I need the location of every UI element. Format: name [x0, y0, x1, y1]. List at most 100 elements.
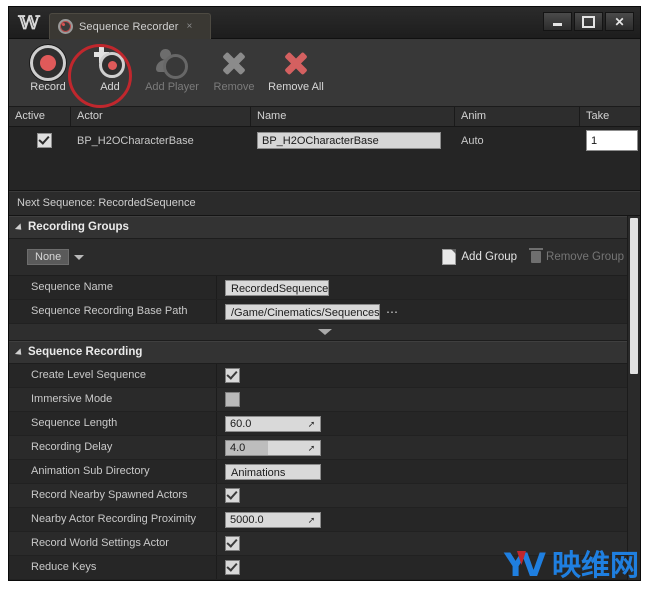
property-record-nearby-spawned-actors: Record Nearby Spawned Actors: [9, 484, 640, 508]
trash-icon: [531, 251, 541, 263]
property-sequence-length: Sequence Length 60.0 ➚: [9, 412, 640, 436]
close-icon: ✕: [614, 16, 624, 28]
property-label: Sequence Name: [9, 276, 217, 299]
remove-all-x-icon: [281, 46, 311, 80]
close-icon[interactable]: ×: [187, 21, 193, 32]
toolbar-label-add-player: Add Player: [145, 81, 199, 93]
close-button[interactable]: ✕: [605, 12, 634, 31]
column-header-name[interactable]: Name: [251, 107, 455, 126]
remove-group-button[interactable]: Remove Group: [531, 251, 624, 263]
cell-take: 1: [580, 127, 638, 154]
column-header-anim[interactable]: Anim: [455, 107, 580, 126]
create-level-sequence-checkbox[interactable]: [225, 368, 240, 383]
property-sequence-base-path: Sequence Recording Base Path /Game/Cinem…: [9, 300, 640, 324]
table-row[interactable]: BP_H2OCharacterBase BP_H2OCharacterBase …: [9, 127, 640, 154]
property-label: Create Level Sequence: [9, 364, 217, 387]
property-label: Recording Delay: [9, 436, 217, 459]
property-label: Sequence Recording Base Path: [9, 300, 217, 323]
active-checkbox[interactable]: [37, 133, 52, 148]
add-group-label: Add Group: [461, 251, 517, 263]
animation-sub-directory-input[interactable]: Animations: [225, 464, 321, 480]
property-label: Record Nearby Spawned Actors: [9, 484, 217, 507]
property-create-level-sequence: Create Level Sequence: [9, 364, 640, 388]
page-icon: [442, 249, 456, 265]
toolbar-button-record[interactable]: Record: [17, 43, 79, 93]
scrollbar-thumb[interactable]: [630, 218, 638, 374]
property-reduce-keys: Reduce Keys: [9, 556, 640, 580]
chevron-down-icon: [318, 329, 332, 335]
toolbar-button-remove[interactable]: Remove: [203, 43, 265, 93]
property-label: Record World Settings Actor: [9, 532, 217, 555]
actor-name-input[interactable]: BP_H2OCharacterBase: [257, 132, 441, 149]
actor-table: Active Actor Name Anim Take BP_H2OCharac…: [9, 107, 640, 191]
cell-name: BP_H2OCharacterBase: [251, 127, 455, 154]
record-nearby-spawned-actors-checkbox[interactable]: [225, 488, 240, 503]
toolbar-button-remove-all[interactable]: Remove All: [265, 43, 327, 93]
reduce-keys-checkbox[interactable]: [225, 560, 240, 575]
sequence-base-path-input[interactable]: /Game/Cinematics/Sequences: [225, 304, 380, 320]
details-vertical-scrollbar[interactable]: [627, 216, 640, 580]
property-label: Reduce Keys: [9, 556, 217, 579]
minimize-button[interactable]: [543, 12, 572, 31]
nearby-actor-recording-proximity-value: 5000.0: [226, 512, 264, 528]
nearby-actor-recording-proximity-input[interactable]: 5000.0 ➚: [225, 512, 321, 528]
spinner-icon[interactable]: ➚: [306, 419, 317, 430]
tab-sequence-recorder[interactable]: Sequence Recorder ×: [49, 13, 211, 39]
chevron-down-icon: [15, 223, 24, 232]
add-group-button[interactable]: Add Group: [442, 249, 517, 265]
toolbar-button-add[interactable]: Add: [79, 43, 141, 93]
immersive-mode-checkbox[interactable]: [225, 392, 240, 407]
property-sequence-name: Sequence Name RecordedSequence: [9, 276, 640, 300]
sequence-name-input[interactable]: RecordedSequence: [225, 280, 329, 296]
toolbar-label-remove-all: Remove All: [268, 81, 324, 93]
sequence-recorder-window: 𝕎 Sequence Recorder × ✕ Record: [8, 6, 641, 581]
toolbar-label-add: Add: [100, 81, 120, 93]
property-label: Sequence Length: [9, 412, 217, 435]
column-header-take[interactable]: Take: [580, 107, 638, 126]
expand-section-button[interactable]: [9, 324, 640, 341]
property-label: Immersive Mode: [9, 388, 217, 411]
toolbar-label-record: Record: [30, 81, 65, 93]
category-sequence-recording[interactable]: Sequence Recording: [9, 341, 640, 364]
sequence-length-value: 60.0: [226, 416, 251, 432]
cell-actor: BP_H2OCharacterBase: [71, 127, 251, 154]
property-label: Animation Sub Directory: [9, 460, 217, 483]
cell-anim: Auto: [455, 127, 580, 154]
recorder-toolbar: Record Add Add Player: [9, 39, 640, 107]
next-sequence-status: Next Sequence: RecordedSequence: [9, 191, 640, 216]
details-panel: Recording Groups None Add Group Remove G…: [9, 216, 640, 580]
table-empty-area: [9, 154, 640, 191]
maximize-button[interactable]: [574, 12, 603, 31]
browse-ellipsis-button[interactable]: ⋯: [386, 305, 399, 319]
spinner-icon[interactable]: ➚: [306, 443, 317, 454]
column-header-actor[interactable]: Actor: [71, 107, 251, 126]
spinner-icon[interactable]: ➚: [306, 515, 317, 526]
property-immersive-mode: Immersive Mode: [9, 388, 640, 412]
remove-group-label: Remove Group: [546, 251, 624, 263]
window-titlebar: 𝕎 Sequence Recorder × ✕: [9, 7, 640, 39]
screenshot-root: 𝕎 Sequence Recorder × ✕ Record: [0, 0, 647, 594]
category-recording-groups[interactable]: Recording Groups: [9, 216, 640, 239]
add-record-icon: [93, 46, 127, 80]
property-animation-sub-directory: Animation Sub Directory Animations: [9, 460, 640, 484]
category-label-recording-groups: Recording Groups: [28, 217, 129, 238]
property-nearby-actor-recording-proximity: Nearby Actor Recording Proximity 5000.0 …: [9, 508, 640, 532]
group-select-value: None: [27, 249, 69, 265]
window-controls: ✕: [543, 12, 634, 31]
minimize-icon: [553, 23, 562, 26]
group-select-dropdown[interactable]: None: [27, 249, 84, 265]
remove-x-icon: [219, 46, 249, 80]
cell-active: [9, 127, 71, 154]
toolbar-button-add-player[interactable]: Add Player: [141, 43, 203, 93]
unreal-engine-logo-icon: 𝕎: [17, 11, 41, 35]
sequence-length-input[interactable]: 60.0 ➚: [225, 416, 321, 432]
chevron-down-icon: [15, 348, 24, 357]
take-input[interactable]: 1: [586, 130, 638, 151]
column-header-active[interactable]: Active: [9, 107, 71, 126]
recording-delay-input[interactable]: 4.0 ➚: [225, 440, 321, 456]
property-recording-delay: Recording Delay 4.0 ➚: [9, 436, 640, 460]
record-world-settings-actor-checkbox[interactable]: [225, 536, 240, 551]
maximize-icon: [582, 16, 595, 28]
table-header-row: Active Actor Name Anim Take: [9, 107, 640, 127]
record-circle-icon: [58, 19, 73, 34]
